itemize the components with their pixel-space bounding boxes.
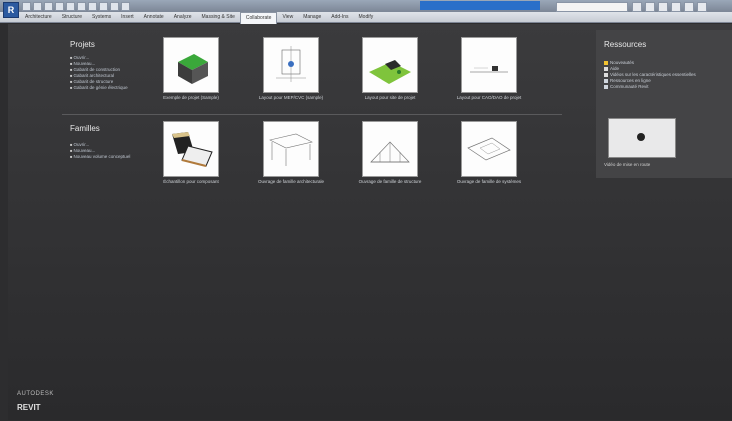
- tab-annotate[interactable]: Annotate: [139, 12, 169, 23]
- quick-access-toolbar[interactable]: [22, 2, 142, 11]
- tile-caption[interactable]: Ouvrage de famille de systèmes: [454, 179, 524, 185]
- video-caption: Vidéo de mise en route: [604, 162, 651, 167]
- play-icon[interactable]: [637, 133, 645, 141]
- text-icon[interactable]: [99, 2, 108, 11]
- tile-caption[interactable]: Ouvrage de famille architecturale: [256, 179, 326, 185]
- tile-caption[interactable]: Exemple de projet (Sample): [156, 95, 226, 101]
- search-icon[interactable]: [632, 2, 642, 12]
- families-heading: Familles: [70, 124, 100, 133]
- tile-caption[interactable]: Échantillon pour composant: [156, 179, 226, 185]
- subscription-icon[interactable]: [645, 2, 655, 12]
- recent-file-tile[interactable]: Ouvrage de famille de systèmes: [454, 121, 524, 185]
- truss-family-icon[interactable]: [362, 121, 418, 177]
- resource-link[interactable]: Communauté Revit: [604, 84, 696, 90]
- recent-file-tile[interactable]: Layout pour MEP/CVC (sample): [256, 37, 326, 101]
- tab-add-ins[interactable]: Add-Ins: [326, 12, 353, 23]
- recent-file-tile[interactable]: Exemple de projet (Sample): [156, 37, 226, 101]
- resources-links: Nouveautés Aide Vidéos sur les caractérist…: [604, 60, 696, 90]
- tab-architecture[interactable]: Architecture: [20, 12, 57, 23]
- tile-caption[interactable]: Layout pour site de projet: [355, 95, 425, 101]
- help-icon[interactable]: [697, 2, 707, 12]
- recent-file-tile[interactable]: Layout pour CAO/DAO de projet: [454, 37, 524, 101]
- section-icon[interactable]: [121, 2, 130, 11]
- 3d-view-icon[interactable]: [110, 2, 119, 11]
- resources-heading: Ressources: [604, 40, 647, 49]
- print-icon[interactable]: [66, 2, 75, 11]
- tab-insert[interactable]: Insert: [116, 12, 139, 23]
- tile-caption[interactable]: Ouvrage de famille de structure: [355, 179, 425, 185]
- undo-icon[interactable]: [44, 2, 53, 11]
- mep-plan-icon[interactable]: [263, 37, 319, 93]
- resource-bullet-icon: [604, 66, 608, 71]
- open-icon[interactable]: [22, 2, 31, 11]
- bench-family-icon[interactable]: [163, 121, 219, 177]
- cad-layout-icon[interactable]: [461, 37, 517, 93]
- projects-links: Ouvrir...Nouveau...Gabarit de constructi…: [70, 55, 128, 91]
- house-model-icon[interactable]: [163, 37, 219, 93]
- tab-massing-site[interactable]: Massing & Site: [197, 12, 240, 23]
- resource-link-label: Aide: [610, 66, 620, 71]
- tile-caption[interactable]: Layout pour CAO/DAO de projet: [454, 95, 524, 101]
- tile-caption[interactable]: Layout pour MEP/CVC (sample): [256, 95, 326, 101]
- resource-bullet-icon: [604, 84, 608, 89]
- redo-icon[interactable]: [55, 2, 64, 11]
- tab-analyze[interactable]: Analyze: [169, 12, 197, 23]
- dimension-icon[interactable]: [88, 2, 97, 11]
- tab-modify[interactable]: Modify: [354, 12, 379, 23]
- tab-systems[interactable]: Systems: [87, 12, 116, 23]
- resource-link-label: Vidéos sur les caractéristiques essentie…: [610, 72, 696, 77]
- tab-collaborate[interactable]: Collaborate: [239, 12, 278, 24]
- table-family-icon[interactable]: [263, 121, 319, 177]
- recent-file-tile[interactable]: Layout pour site de projet: [355, 37, 425, 101]
- site-model-icon[interactable]: [362, 37, 418, 93]
- resource-link-label: Ressources en ligne: [610, 78, 651, 83]
- plate-family-icon[interactable]: [461, 121, 517, 177]
- communication-icon[interactable]: [658, 2, 668, 12]
- project-link[interactable]: Gabarit de génie électrique: [70, 85, 128, 91]
- tab-manage[interactable]: Manage: [298, 12, 326, 23]
- recent-file-tile[interactable]: Ouvrage de famille de structure: [355, 121, 425, 185]
- revit-logo: REVIT: [17, 403, 41, 412]
- getting-started-video[interactable]: [608, 118, 676, 158]
- save-icon[interactable]: [33, 2, 42, 11]
- tab-structure[interactable]: Structure: [57, 12, 87, 23]
- resource-bullet-icon: [604, 60, 608, 65]
- recent-file-tile[interactable]: Ouvrage de famille architecturale: [256, 121, 326, 185]
- tab-view[interactable]: View: [277, 12, 298, 23]
- title-bar: [0, 0, 732, 12]
- autodesk-logo: AUTODESK: [17, 391, 54, 397]
- resource-bullet-icon: [604, 78, 608, 83]
- window-title: [420, 1, 540, 10]
- user-icon[interactable]: [684, 2, 694, 12]
- family-link[interactable]: Nouveau volume conceptuel: [70, 154, 131, 160]
- ribbon-tabs: Architecture Structure Systems Insert Annota…: [0, 12, 732, 24]
- measure-icon[interactable]: [77, 2, 86, 11]
- resource-link-label: Nouveautés: [610, 60, 635, 65]
- projects-heading: Projets: [70, 40, 95, 49]
- families-links: Ouvrir...Nouveau...Nouveau volume concep…: [70, 142, 131, 160]
- resource-link-label: Communauté Revit: [610, 84, 649, 89]
- favorites-icon[interactable]: [671, 2, 681, 12]
- recent-file-tile[interactable]: Échantillon pour composant: [156, 121, 226, 185]
- application-menu-button[interactable]: R: [3, 2, 19, 18]
- resource-bullet-icon: [604, 72, 608, 77]
- resources-panel: Ressources Nouveautés Aide Vidéos sur les …: [596, 30, 732, 178]
- search-input[interactable]: [556, 2, 628, 12]
- section-divider: [62, 114, 562, 115]
